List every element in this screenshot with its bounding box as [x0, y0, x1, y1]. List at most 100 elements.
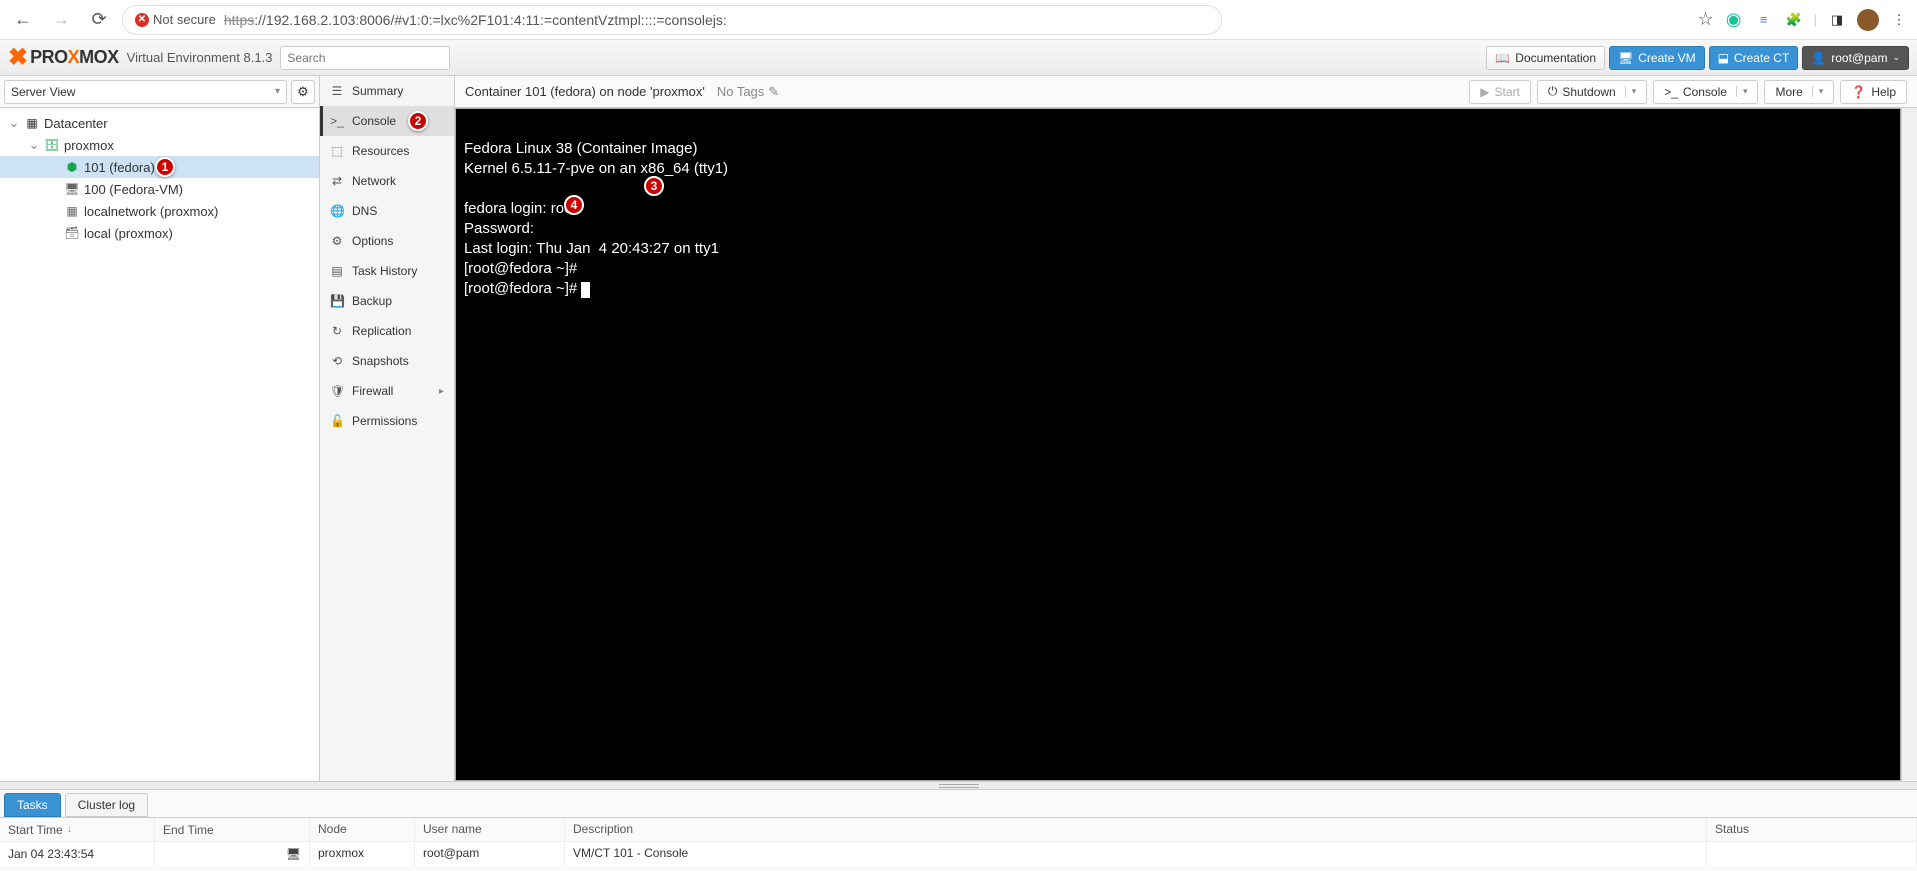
menu-options[interactable]: ⚙ Options: [320, 226, 454, 256]
browser-menu-icon[interactable]: ⋮: [1889, 10, 1909, 30]
tree-node-proxmox[interactable]: ⌄ 🗄 proxmox: [0, 134, 319, 156]
menu-summary[interactable]: ☰ Summary: [320, 76, 454, 106]
col-start-time[interactable]: Start Time ↓: [0, 818, 155, 841]
expander-icon[interactable]: ⌄: [8, 115, 20, 131]
menu-firewall[interactable]: 🛡 Firewall ▸: [320, 376, 454, 406]
extensions-puzzle-icon[interactable]: 🧩: [1784, 10, 1804, 30]
menu-network[interactable]: ⇄ Network: [320, 166, 454, 196]
site-security[interactable]: ✕ Not secure: [135, 12, 216, 27]
app-header: ✖ PROXMOX Virtual Environment 8.1.3 📖 Do…: [0, 40, 1917, 76]
create-vm-button[interactable]: 🖥 Create VM: [1609, 46, 1705, 70]
not-secure-icon: ✕: [135, 13, 149, 27]
proxmox-logo[interactable]: ✖ PROXMOX: [8, 43, 119, 72]
tree-vm-100[interactable]: 🖥 100 (Fedora-VM): [0, 178, 319, 200]
search-input[interactable]: [280, 46, 450, 70]
tab-tasks[interactable]: Tasks: [4, 793, 61, 817]
gear-icon: ⚙: [330, 234, 344, 248]
menu-snapshots[interactable]: ⟲ Snapshots: [320, 346, 454, 376]
back-button[interactable]: ←: [8, 5, 38, 35]
console-button[interactable]: >_ Console ▾: [1653, 80, 1758, 104]
server-icon: 🗄: [44, 137, 60, 153]
console-terminal[interactable]: Fedora Linux 38 (Container Image) Kernel…: [455, 108, 1901, 781]
logo-x-icon: ✖: [8, 43, 28, 72]
monitor-icon: 🖥: [1618, 51, 1633, 65]
view-selector[interactable]: Server View ▾: [4, 80, 287, 104]
unlock-icon: 🔓: [330, 414, 344, 428]
extension-icon[interactable]: ≡: [1754, 10, 1774, 30]
page-title: Container 101 (fedora) on node 'proxmox': [465, 84, 705, 99]
menu-resources[interactable]: ⬚ Resources: [320, 136, 454, 166]
start-button[interactable]: ▶ Start: [1469, 80, 1531, 104]
menu-dns[interactable]: 🌐 DNS: [320, 196, 454, 226]
resource-tree: ⌄ ▦ Datacenter ⌄ 🗄 proxmox ⬢ 101 (fedora…: [0, 108, 319, 781]
help-icon: ❓: [1851, 85, 1866, 99]
network-icon: ▦: [64, 203, 80, 219]
play-icon: ▶: [1480, 85, 1489, 99]
chevron-down-icon: ▾: [275, 86, 280, 97]
sort-down-icon: ↓: [67, 824, 72, 835]
globe-icon: 🌐: [330, 204, 344, 218]
help-button[interactable]: ❓ Help: [1840, 80, 1907, 104]
menu-backup[interactable]: 💾 Backup: [320, 286, 454, 316]
browser-toolbar: ← → ⟳ ✕ Not secure https://192.168.2.103…: [0, 0, 1917, 40]
tab-cluster-log[interactable]: Cluster log: [65, 793, 148, 817]
bottom-panel: Tasks Cluster log Start Time ↓ End Time …: [0, 781, 1917, 871]
annotation-badge-3: 3: [644, 176, 664, 196]
task-row[interactable]: Jan 04 23:43:54 🖥 proxmox root@pam VM/CT…: [0, 842, 1917, 866]
menu-permissions[interactable]: 🔓 Permissions: [320, 406, 454, 436]
more-button[interactable]: More ▾: [1764, 80, 1834, 104]
chevron-down-icon[interactable]: ▾: [1736, 86, 1748, 97]
datacenter-icon: ▦: [24, 115, 40, 131]
shutdown-button[interactable]: ⏻ Shutdown ▾: [1537, 80, 1647, 104]
tree-datacenter[interactable]: ⌄ ▦ Datacenter: [0, 112, 319, 134]
menu-replication[interactable]: ↻ Replication: [320, 316, 454, 346]
container-icon: ⬢: [64, 159, 80, 175]
expander-icon[interactable]: ⌄: [28, 137, 40, 153]
monitor-icon: 🖥: [286, 847, 301, 861]
tags-editor[interactable]: No Tags ✎: [717, 84, 779, 100]
user-icon: 👤: [1811, 51, 1826, 65]
col-status[interactable]: Status: [1707, 818, 1917, 841]
storage-icon: 🗃: [64, 225, 80, 241]
power-icon: ⏻: [1548, 84, 1558, 99]
create-ct-button[interactable]: ⬓ Create CT: [1709, 46, 1799, 70]
console-scrollbar[interactable]: [1901, 108, 1917, 781]
retweet-icon: ↻: [330, 324, 344, 338]
list-icon: ☰: [330, 84, 344, 98]
chevron-down-icon[interactable]: ▾: [1625, 86, 1637, 97]
bookmark-icon[interactable]: ☆: [1697, 9, 1713, 30]
content-header: Container 101 (fedora) on node 'proxmox'…: [455, 76, 1917, 108]
tree-storage-local[interactable]: 🗃 local (proxmox): [0, 222, 319, 244]
annotation-badge-1: 1: [155, 157, 175, 177]
menu-task-history[interactable]: ▤ Task History: [320, 256, 454, 286]
tree-localnetwork[interactable]: ▦ localnetwork (proxmox): [0, 200, 319, 222]
address-bar[interactable]: ✕ Not secure https://192.168.2.103:8006/…: [122, 5, 1222, 35]
list-alt-icon: ▤: [330, 264, 344, 278]
left-panel: Server View ▾ ⚙ ⌄ ▦ Datacenter ⌄ 🗄 proxm…: [0, 76, 320, 781]
chevron-right-icon: ▸: [439, 386, 444, 397]
console-output: Fedora Linux 38 (Container Image) Kernel…: [464, 140, 728, 297]
url-text: https://192.168.2.103:8006/#v1:0:=lxc%2F…: [224, 12, 727, 28]
reload-button[interactable]: ⟳: [84, 5, 114, 35]
col-node[interactable]: Node: [310, 818, 415, 841]
user-menu-button[interactable]: 👤 root@pam ⌄: [1802, 46, 1909, 70]
save-icon: 💾: [330, 294, 344, 308]
profile-avatar[interactable]: [1857, 9, 1879, 31]
documentation-button[interactable]: 📖 Documentation: [1486, 46, 1605, 70]
col-description[interactable]: Description: [565, 818, 1707, 841]
main-area: Server View ▾ ⚙ ⌄ ▦ Datacenter ⌄ 🗄 proxm…: [0, 76, 1917, 781]
chevron-down-icon[interactable]: ▾: [1812, 86, 1824, 97]
gear-icon: ⚙: [297, 84, 309, 100]
grammarly-icon[interactable]: ◉: [1724, 10, 1744, 30]
menu-console[interactable]: >_ Console 2: [320, 106, 454, 136]
content-panel: Container 101 (fedora) on node 'proxmox'…: [455, 76, 1917, 781]
tree-settings-button[interactable]: ⚙: [291, 80, 315, 104]
terminal-icon: >_: [1664, 85, 1678, 99]
forward-button[interactable]: →: [46, 5, 76, 35]
panel-icon[interactable]: ◨: [1827, 10, 1847, 30]
tree-ct-101[interactable]: ⬢ 101 (fedora) 1: [0, 156, 319, 178]
col-user[interactable]: User name: [415, 818, 565, 841]
panel-splitter[interactable]: [0, 782, 1917, 790]
col-end-time[interactable]: End Time: [155, 818, 310, 841]
version-label: Virtual Environment 8.1.3: [127, 50, 273, 65]
